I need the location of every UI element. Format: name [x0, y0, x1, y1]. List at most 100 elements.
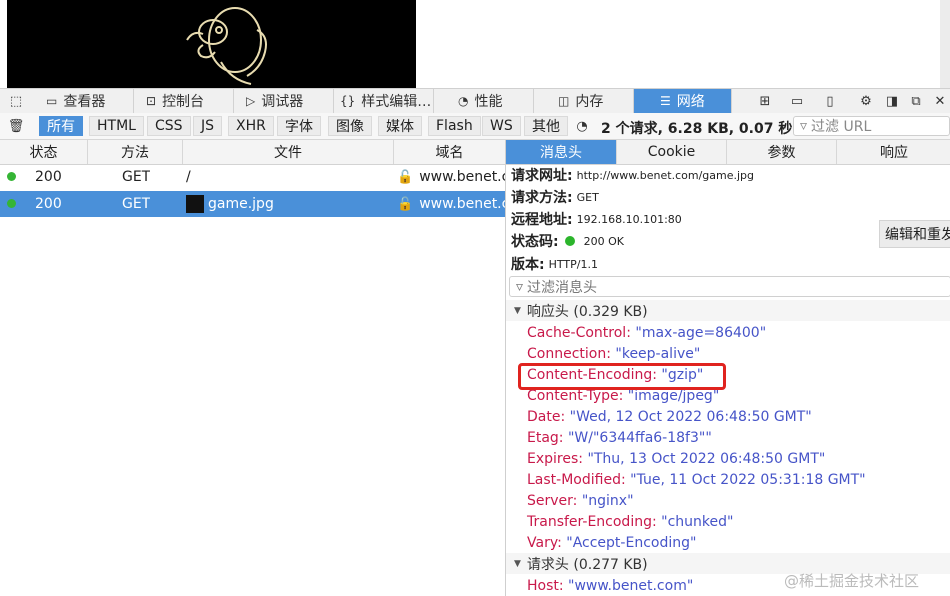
filter-all-button[interactable]: 所有 [39, 116, 83, 136]
console-icon: ⊡ [146, 94, 157, 108]
filter-xhr-button[interactable]: XHR [228, 116, 274, 136]
details-tabs: 消息头 Cookie 参数 响应 [506, 140, 950, 165]
tab-label: 内存 [575, 94, 604, 110]
header-line: Connection: "keep-alive" [527, 343, 700, 364]
tab-label: 样式编辑… [361, 94, 432, 110]
column-domain[interactable]: 域名 [394, 140, 505, 164]
url-filter-placeholder: 过滤 URL [811, 119, 872, 135]
debugger-icon: ▷ [246, 94, 256, 108]
filter-html-button[interactable]: HTML [89, 116, 144, 136]
image-thumbnail [186, 195, 204, 213]
version-line: 版本: HTTP/1.1 [511, 254, 598, 274]
tab-params[interactable]: 参数 [727, 140, 837, 164]
filter-other-button[interactable]: 其他 [524, 116, 568, 136]
table-row[interactable]: 200 GET game.jpg 🔓 www.benet.co [0, 191, 505, 217]
filter-flash-button[interactable]: Flash [428, 116, 481, 136]
filter-media-button[interactable]: 媒体 [378, 116, 422, 136]
row-domain: www.benet.co [419, 196, 505, 212]
table-row[interactable]: 200 GET / 🔓 www.benet.co [0, 164, 505, 190]
header-value: "chunked" [661, 513, 734, 530]
tab-style-editor[interactable]: {} 样式编辑… [334, 89, 434, 113]
close-icon[interactable]: ✕ [930, 91, 950, 111]
performance-analysis-icon[interactable]: ◔ [572, 116, 592, 136]
tab-response[interactable]: 响应 [837, 140, 950, 164]
annotation-highlight-box [518, 363, 726, 390]
tab-network[interactable]: ☰ 网络 [634, 89, 732, 113]
inspector-icon: ▭ [46, 94, 58, 108]
tab-memory[interactable]: ◫ 内存 [534, 89, 634, 113]
url-label: 请求网址: [511, 168, 573, 184]
header-value: "Tue, 11 Oct 2022 05:31:18 GMT" [630, 471, 866, 488]
tab-debugger[interactable]: ▷ 调试器 [234, 89, 334, 113]
row-file-cell: game.jpg [186, 191, 274, 217]
version-value: HTTP/1.1 [548, 257, 598, 271]
tab-inspector[interactable]: ▭ 查看器 [34, 89, 134, 113]
filter-funnel-icon: ▿ [516, 278, 524, 295]
header-line: Transfer-Encoding: "chunked" [527, 511, 733, 532]
row-status: 200 [35, 169, 62, 185]
tab-label: 性能 [474, 94, 503, 110]
filter-js-button[interactable]: JS [193, 116, 223, 136]
edit-resend-button[interactable]: 编辑和重发 [879, 220, 950, 248]
status-value: 200 OK [583, 234, 624, 248]
filter-ws-button[interactable]: WS [482, 116, 521, 136]
style-editor-icon: {} [340, 94, 356, 108]
request-summary: 2 个请求, 6.28 KB, 0.07 秒 [601, 121, 793, 137]
tab-console[interactable]: ⊡ 控制台 [134, 89, 234, 113]
section-title: 响应头 (0.329 KB) [526, 303, 648, 320]
cartoon-drawing [186, 7, 267, 85]
dock-side-icon[interactable]: ◨ [882, 91, 902, 111]
request-url-line: 请求网址: http://www.benet.com/game.jpg [511, 165, 754, 185]
tab-headers[interactable]: 消息头 [506, 140, 617, 164]
tab-performance[interactable]: ◔ 性能 [434, 89, 534, 113]
request-method-line: 请求方法: GET [511, 187, 599, 207]
header-name: Server: [527, 492, 578, 509]
column-status[interactable]: 状态 [0, 140, 88, 164]
method-value: GET [576, 190, 599, 204]
header-value: "Accept-Encoding" [566, 534, 697, 551]
responsive-design-icon[interactable]: ⊞ [755, 91, 775, 111]
tab-cookie[interactable]: Cookie [617, 140, 727, 164]
insecure-lock-icon: 🔓 [397, 169, 414, 185]
scrollbar[interactable] [940, 0, 950, 88]
header-name: Expires: [527, 450, 583, 467]
header-value: "Wed, 12 Oct 2022 06:48:50 GMT" [569, 408, 812, 425]
devtools-toolbar: ⬚ ▭ 查看器 ⊡ 控制台 ▷ 调试器 {} 样式编辑… ◔ 性能 ◫ 内存 ☰… [0, 88, 950, 114]
url-filter-input[interactable]: ▿ 过滤 URL [793, 116, 950, 136]
header-line: Host: "www.benet.com" [527, 575, 693, 596]
gear-icon[interactable]: ⚙ [856, 91, 876, 111]
header-line: Server: "nginx" [527, 490, 634, 511]
header-name: Transfer-Encoding: [527, 513, 657, 530]
header-value: "Thu, 13 Oct 2022 06:48:50 GMT" [587, 450, 826, 467]
header-name: Date: [527, 408, 566, 425]
status-code-line: 状态码: 200 OK [511, 231, 624, 251]
trash-icon[interactable]: 🗑 [6, 116, 26, 136]
header-filter-input[interactable]: ▿ 过滤消息头 [509, 276, 950, 297]
request-table-header: 状态 方法 文件 域名 [0, 140, 505, 165]
remote-address-line: 远程地址: 192.168.10.101:80 [511, 209, 682, 229]
column-file[interactable]: 文件 [183, 140, 394, 164]
header-name: Host: [527, 577, 564, 594]
header-name: Cache-Control: [527, 324, 631, 341]
element-picker-icon[interactable]: ⬚ [6, 91, 26, 111]
column-method[interactable]: 方法 [88, 140, 183, 164]
status-dot [7, 199, 16, 208]
scratchpad-icon[interactable]: ▭ [787, 91, 807, 111]
filter-images-button[interactable]: 图像 [328, 116, 372, 136]
memory-icon: ◫ [558, 94, 570, 108]
screenshot-icon[interactable]: ▯ [820, 91, 840, 111]
filter-fonts-button[interactable]: 字体 [277, 116, 321, 136]
page-viewport [0, 0, 950, 88]
section-title: 请求头 (0.277 KB) [526, 556, 648, 573]
header-name: Last-Modified: [527, 471, 626, 488]
version-label: 版本: [511, 257, 545, 273]
method-label: 请求方法: [511, 190, 573, 206]
filter-css-button[interactable]: CSS [147, 116, 191, 136]
header-line: Cache-Control: "max-age=86400" [527, 322, 766, 343]
dock-window-icon[interactable]: ⧉ [906, 91, 926, 111]
response-headers-section[interactable]: ▼ 响应头 (0.329 KB) [506, 300, 950, 321]
remote-value: 192.168.10.101:80 [576, 212, 682, 226]
header-value: "W/"6344ffa6-18f3"" [567, 429, 712, 446]
tab-label: 调试器 [261, 94, 304, 110]
row-domain-cell: 🔓 www.benet.co [397, 191, 505, 217]
